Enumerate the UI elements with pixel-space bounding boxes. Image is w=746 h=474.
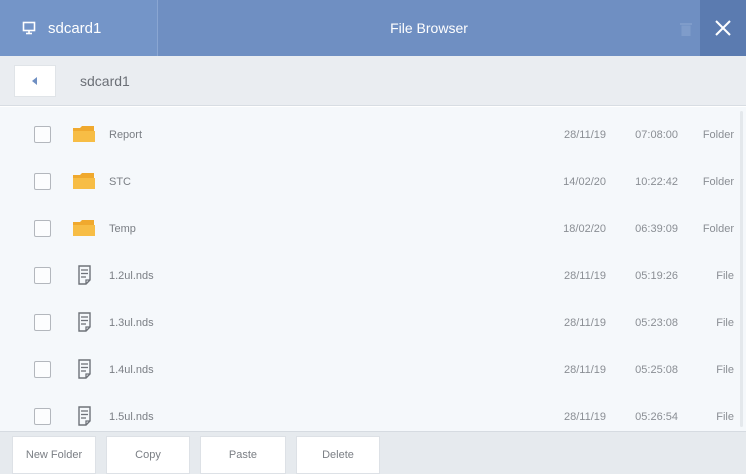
file-name: Temp	[109, 222, 136, 235]
file-time: 05:26:54	[635, 410, 678, 423]
file-date: 28/11/19	[563, 410, 606, 423]
close-button[interactable]	[700, 0, 746, 56]
row-checkbox[interactable]	[34, 126, 51, 143]
row-checkbox[interactable]	[34, 314, 51, 331]
list-item[interactable]: 1.4ul.nds 28/11/19 05:25:08 File	[0, 346, 746, 393]
scrollbar[interactable]	[738, 107, 746, 431]
file-type: Folder	[702, 128, 734, 141]
paste-button[interactable]: Paste	[200, 436, 286, 474]
file-time: 10:22:42	[635, 175, 678, 188]
file-time: 06:39:09	[635, 222, 678, 235]
list-item[interactable]: 1.3ul.nds 28/11/19 05:23:08 File	[0, 299, 746, 346]
folder-icon	[73, 126, 95, 142]
page-title: File Browser	[390, 20, 468, 36]
file-type: Folder	[702, 175, 734, 188]
file-icon	[78, 312, 91, 332]
title-bar: sdcard1 File Browser	[0, 0, 746, 56]
row-checkbox[interactable]	[34, 361, 51, 378]
file-time: 07:08:00	[635, 128, 678, 141]
file-date: 28/11/19	[563, 363, 606, 376]
copy-button[interactable]: Copy	[106, 436, 190, 474]
device-label: sdcard1	[48, 19, 102, 37]
new-folder-button[interactable]: New Folder	[12, 436, 96, 474]
row-checkbox[interactable]	[34, 408, 51, 425]
file-name: 1.4ul.nds	[109, 363, 154, 376]
delete-button[interactable]: Delete	[296, 436, 380, 474]
trash-icon[interactable]	[680, 22, 692, 36]
list-item[interactable]: 1.2ul.nds 28/11/19 05:19:26 File	[0, 252, 746, 299]
file-date: 18/02/20	[563, 222, 606, 235]
device-tab[interactable]: sdcard1	[0, 0, 158, 56]
file-icon	[78, 265, 91, 285]
current-path: sdcard1	[80, 73, 130, 89]
breadcrumb: sdcard1	[0, 56, 746, 106]
back-button[interactable]	[14, 65, 56, 97]
list-item[interactable]: 1.5ul.nds 28/11/19 05:26:54 File	[0, 393, 746, 431]
file-name: STC	[109, 175, 131, 188]
file-time: 05:19:26	[635, 269, 678, 282]
list-item[interactable]: STC 14/02/20 10:22:42 Folder	[0, 158, 746, 205]
row-checkbox[interactable]	[34, 220, 51, 237]
file-name: 1.2ul.nds	[109, 269, 154, 282]
file-time: 05:23:08	[635, 316, 678, 329]
bottom-toolbar: New Folder Copy Paste Delete	[0, 431, 746, 474]
file-date: 28/11/19	[563, 128, 606, 141]
file-type: File	[716, 316, 734, 329]
file-date: 28/11/19	[563, 316, 606, 329]
close-icon	[715, 20, 731, 36]
monitor-icon	[22, 21, 36, 35]
file-time: 05:25:08	[635, 363, 678, 376]
list-item[interactable]: Temp 18/02/20 06:39:09 Folder	[0, 205, 746, 252]
row-checkbox[interactable]	[34, 173, 51, 190]
back-arrow-icon	[32, 77, 37, 85]
file-name: 1.5ul.nds	[109, 410, 154, 423]
file-name: 1.3ul.nds	[109, 316, 154, 329]
folder-icon	[73, 220, 95, 236]
file-name: Report	[109, 128, 143, 141]
file-date: 28/11/19	[563, 269, 606, 282]
file-type: Folder	[702, 222, 734, 235]
list-item[interactable]: Report 28/11/19 07:08:00 Folder	[0, 111, 746, 158]
file-list: Report 28/11/19 07:08:00 Folder STC 14/0…	[0, 107, 746, 431]
file-icon	[78, 406, 91, 426]
file-date: 14/02/20	[563, 175, 606, 188]
folder-icon	[73, 173, 95, 189]
file-type: File	[716, 363, 734, 376]
file-type: File	[716, 410, 734, 423]
file-type: File	[716, 269, 734, 282]
file-icon	[78, 359, 91, 379]
row-checkbox[interactable]	[34, 267, 51, 284]
